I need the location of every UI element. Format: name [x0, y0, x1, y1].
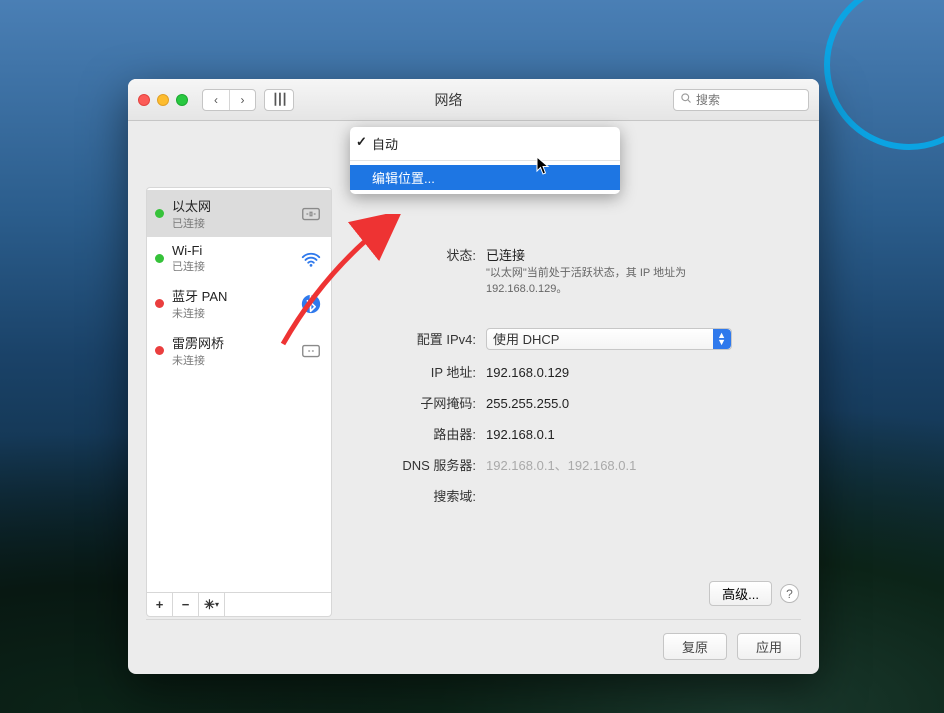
- location-option-auto[interactable]: 自动: [350, 131, 620, 156]
- interface-item-thunderbolt-bridge[interactable]: 雷雳网桥 未连接: [147, 327, 331, 374]
- search-domains-label: 搜索域:: [352, 486, 476, 505]
- interface-name: 以太网: [172, 196, 291, 215]
- interface-sidebar: 以太网 已连接 Wi-Fi 已连接: [146, 187, 332, 617]
- status-dot-icon: [155, 346, 164, 355]
- location-dropdown[interactable]: 自动 编辑位置...: [350, 127, 620, 194]
- status-dot-icon: [155, 209, 164, 218]
- router-value: 192.168.0.1: [486, 427, 555, 442]
- menu-separator: [350, 160, 620, 161]
- search-input[interactable]: [696, 93, 851, 107]
- titlebar: ‹ › ┃┃┃ 网络: [128, 79, 819, 121]
- interface-list: 以太网 已连接 Wi-Fi 已连接: [147, 188, 331, 592]
- zoom-button[interactable]: [176, 94, 188, 106]
- search-field[interactable]: [673, 89, 809, 111]
- actions-gear-button[interactable]: ✳︎: [199, 593, 225, 616]
- status-dot-icon: [155, 254, 164, 263]
- ip-address-label: IP 地址:: [352, 362, 476, 381]
- revert-button[interactable]: 复原: [663, 633, 727, 660]
- status-label: 状态:: [352, 245, 476, 264]
- subnet-mask-value: 255.255.255.0: [486, 396, 569, 411]
- window-body: 位置: 自动 编辑位置...: [128, 121, 819, 674]
- close-button[interactable]: [138, 94, 150, 106]
- interface-item-wifi[interactable]: Wi-Fi 已连接: [147, 237, 331, 280]
- minimize-button[interactable]: [157, 94, 169, 106]
- interface-name: Wi-Fi: [172, 243, 291, 258]
- thunderbolt-bridge-icon: [299, 339, 323, 363]
- status-dot-icon: [155, 299, 164, 308]
- configure-ipv4-select[interactable]: 使用 DHCP ▲▼: [486, 328, 732, 350]
- configure-ipv4-label: 配置 IPv4:: [352, 329, 476, 348]
- help-button[interactable]: ?: [780, 584, 799, 603]
- location-option-edit[interactable]: 编辑位置...: [350, 165, 620, 190]
- configure-ipv4-value: 使用 DHCP: [493, 329, 559, 348]
- chevron-updown-icon: ▲▼: [717, 332, 726, 346]
- interface-details: 状态: 已连接 "以太网"当前处于活跃状态，其 IP 地址为 192.168.0…: [352, 187, 801, 617]
- window-controls: [138, 94, 188, 106]
- ip-address-value: 192.168.0.129: [486, 365, 569, 380]
- mouse-cursor-icon: [536, 156, 552, 181]
- footer-separator: [146, 619, 801, 620]
- bluetooth-icon: [299, 292, 323, 316]
- status-value: 已连接: [486, 245, 686, 264]
- advanced-button[interactable]: 高级...: [709, 581, 772, 606]
- back-button[interactable]: ‹: [203, 90, 229, 110]
- status-description: "以太网"当前处于活跃状态，其 IP 地址为 192.168.0.129。: [486, 266, 686, 298]
- wifi-icon: [299, 247, 323, 271]
- add-interface-button[interactable]: +: [147, 593, 173, 616]
- interface-name: 蓝牙 PAN: [172, 286, 291, 305]
- router-label: 路由器:: [352, 424, 476, 443]
- network-preferences-window: ‹ › ┃┃┃ 网络 位置: 自动 编辑位置...: [128, 79, 819, 674]
- interface-status: 未连接: [172, 305, 291, 321]
- footer-buttons: 复原 应用: [663, 633, 801, 660]
- interface-item-bluetooth-pan[interactable]: 蓝牙 PAN 未连接: [147, 280, 331, 327]
- interface-item-ethernet[interactable]: 以太网 已连接: [147, 190, 331, 237]
- dns-servers-value: 192.168.0.1、192.168.0.1: [486, 455, 636, 474]
- interface-status: 已连接: [172, 215, 291, 231]
- interface-name: 雷雳网桥: [172, 333, 291, 352]
- subnet-mask-label: 子网掩码:: [352, 393, 476, 412]
- advanced-row: 高级... ?: [709, 581, 799, 606]
- ethernet-icon: [299, 202, 323, 226]
- apply-button[interactable]: 应用: [737, 633, 801, 660]
- search-icon: [680, 92, 692, 107]
- dns-servers-label: DNS 服务器:: [352, 455, 476, 474]
- remove-interface-button[interactable]: −: [173, 593, 199, 616]
- window-title: 网络: [232, 90, 665, 110]
- watermark-circle-icon: [824, 0, 944, 150]
- sidebar-toolbar: + − ✳︎: [147, 592, 331, 616]
- interface-status: 未连接: [172, 352, 291, 368]
- interface-status: 已连接: [172, 258, 291, 274]
